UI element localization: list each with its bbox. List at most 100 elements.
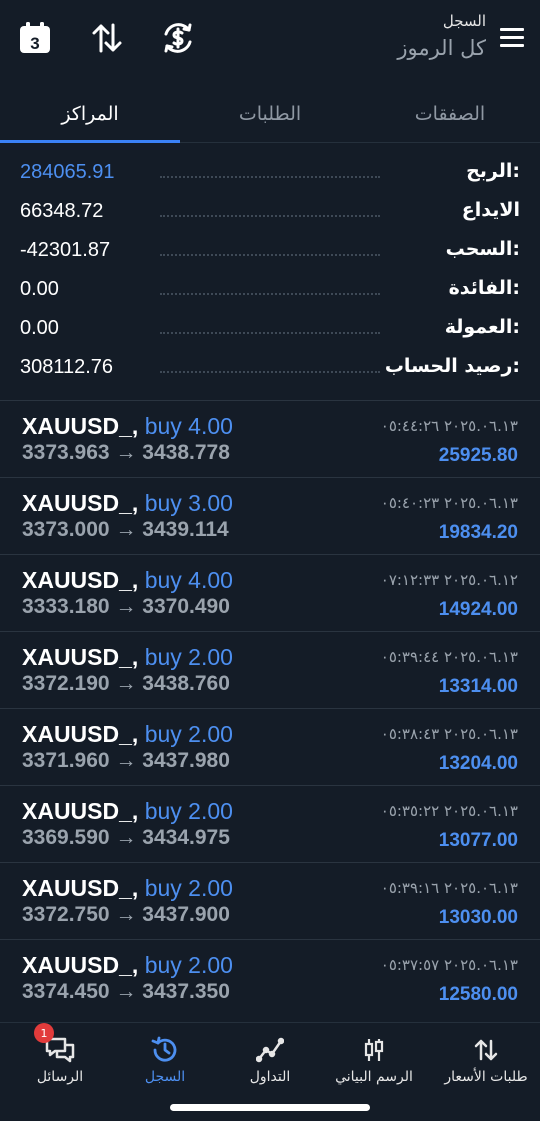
summary-row-withdrawal: السحب: -42301.87 — [20, 234, 520, 273]
close-price: 3437.350 — [142, 980, 230, 1003]
summary-row-commission: العمولة: 0.00 — [20, 312, 520, 351]
open-price: 3372.190 — [22, 672, 110, 695]
position-time: ٢٠٢٥.٠٦.١٣ ٠٥:٣٧:٥٧ — [380, 956, 518, 974]
tab-bar: الصفقات الطلبات المراكز — [0, 86, 540, 143]
close-price: 3437.900 — [142, 903, 230, 926]
open-price: 3374.450 — [22, 980, 110, 1003]
position-profit: 13314.00 — [438, 676, 518, 697]
trade-line-icon — [250, 1035, 290, 1065]
position-row[interactable]: XAUUSD_, buy 2.00 3374.450 → 3437.350 ٢٠… — [0, 939, 540, 1017]
position-time: ٢٠٢٥.٠٦.١٣ ٠٥:٣٩:٤٤ — [380, 648, 518, 666]
calendar-icon[interactable]: 3 — [15, 18, 55, 58]
summary-value: 0.00 — [20, 317, 59, 339]
quotes-arrows-icon — [466, 1035, 506, 1065]
position-time: ٢٠٢٥.٠٦.١٢ ٠٧:١٢:٣٣ — [380, 571, 518, 589]
position-side: buy 3.00 — [144, 490, 233, 516]
nav-label: التداول — [249, 1069, 291, 1085]
nav-quotes[interactable]: طلبات الأسعار — [432, 1023, 540, 1097]
position-symbol: XAUUSD_, — [22, 413, 139, 439]
nav-messages[interactable]: 1 الرسائل — [6, 1023, 114, 1097]
nav-history[interactable]: السجل — [111, 1023, 219, 1097]
position-symbol: XAUUSD_, — [22, 567, 139, 593]
position-time: ٢٠٢٥.٠٦.١٣ ٠٥:٣٩:١٦ — [380, 879, 518, 897]
open-price: 3372.750 — [22, 903, 110, 926]
position-symbol: XAUUSD_, — [22, 952, 139, 978]
summary-row-swap: الفائدة: 0.00 — [20, 273, 520, 312]
close-price: 3439.114 — [142, 518, 229, 541]
currency-sync-icon[interactable] — [158, 18, 198, 58]
position-side: buy 4.00 — [144, 567, 233, 593]
active-tab-indicator — [0, 140, 180, 143]
position-profit: 14924.00 — [438, 599, 518, 620]
position-row[interactable]: XAUUSD_, buy 4.00 3333.180 → 3370.490 ٢٠… — [0, 554, 540, 632]
close-price: 3437.980 — [142, 749, 230, 772]
tab-orders[interactable]: الطلبات — [180, 86, 360, 142]
leader-dots — [160, 176, 380, 178]
nav-label: الرسائل — [36, 1069, 84, 1085]
position-symbol: XAUUSD_, — [22, 644, 139, 670]
sort-arrows-icon[interactable] — [87, 18, 127, 58]
top-bar: 3 السجل كل الرموز — [0, 0, 540, 86]
position-side: buy 2.00 — [144, 721, 233, 747]
summary-row-profit: الربح: 284065.91 — [20, 156, 520, 195]
history-subtitle: السجل — [442, 12, 486, 30]
position-row[interactable]: XAUUSD_, buy 3.00 3373.000 → 3439.114 ٢٠… — [0, 477, 540, 555]
nav-chart[interactable]: الرسم البياني — [320, 1023, 428, 1097]
position-profit: 13030.00 — [438, 907, 518, 928]
position-time: ٢٠٢٥.٠٦.١٣ ٠٥:٤٠:٢٣ — [380, 494, 518, 512]
position-symbol: XAUUSD_, — [22, 490, 139, 516]
home-indicator[interactable] — [170, 1104, 370, 1111]
tab-deals[interactable]: الصفقات — [360, 86, 540, 142]
open-price: 3369.590 — [22, 826, 110, 849]
position-profit: 19834.20 — [438, 522, 518, 543]
nav-label: السجل — [144, 1069, 186, 1085]
tab-positions[interactable]: المراكز — [0, 86, 180, 143]
open-price: 3373.000 — [22, 518, 110, 541]
symbol-filter-title[interactable]: كل الرموز — [397, 36, 486, 60]
close-price: 3438.778 — [142, 441, 230, 464]
arrow-icon: → — [115, 672, 137, 695]
summary-value: 66348.72 — [20, 200, 104, 222]
position-row[interactable]: XAUUSD_, buy 2.00 3372.190 → 3438.760 ٢٠… — [0, 631, 540, 709]
position-row[interactable]: XAUUSD_, buy 2.00 3372.750 → 3437.900 ٢٠… — [0, 862, 540, 940]
nav-trade[interactable]: التداول — [216, 1023, 324, 1097]
position-row[interactable]: XAUUSD_, buy 2.00 3369.590 → 3434.975 ٢٠… — [0, 785, 540, 863]
unread-badge: 1 — [34, 1023, 54, 1043]
summary-label: الايداع — [461, 199, 520, 221]
nav-label: طلبات الأسعار — [444, 1069, 528, 1085]
summary-label: الفائدة: — [448, 277, 520, 299]
summary-value: -42301.87 — [20, 239, 111, 261]
position-profit: 25925.80 — [438, 445, 518, 466]
open-price: 3371.960 — [22, 749, 110, 772]
leader-dots — [160, 254, 380, 256]
leader-dots — [160, 215, 380, 217]
position-row[interactable]: XAUUSD_, buy 4.00 3373.963 → 3438.778 ٢٠… — [0, 400, 540, 478]
position-row[interactable]: XAUUSD_, buy 2.00 3371.960 → 3437.980 ٢٠… — [0, 708, 540, 786]
hamburger-menu-icon[interactable] — [500, 28, 524, 48]
position-symbol: XAUUSD_, — [22, 875, 139, 901]
open-price: 3373.963 — [22, 441, 110, 464]
position-side: buy 2.00 — [144, 875, 233, 901]
svg-text:3: 3 — [30, 34, 39, 53]
summary-value: 308112.76 — [20, 356, 114, 378]
arrow-icon: → — [115, 441, 137, 464]
position-side: buy 2.00 — [144, 952, 233, 978]
arrow-icon: → — [115, 518, 137, 541]
arrow-icon: → — [115, 980, 137, 1003]
arrow-icon: → — [115, 903, 137, 926]
close-price: 3438.760 — [142, 672, 230, 695]
summary-label: السحب: — [445, 238, 520, 260]
position-time: ٢٠٢٥.٠٦.١٣ ٠٥:٣٥:٢٢ — [380, 802, 518, 820]
leader-dots — [160, 332, 380, 334]
summary-value: 0.00 — [20, 278, 59, 300]
summary-label: رصيد الحساب: — [384, 355, 520, 377]
leader-dots — [160, 371, 380, 373]
summary-label: الربح: — [466, 160, 520, 182]
close-price: 3434.975 — [142, 826, 230, 849]
summary-row-deposit: الايداع 66348.72 — [20, 195, 520, 234]
position-symbol: XAUUSD_, — [22, 798, 139, 824]
position-profit: 12580.00 — [438, 984, 518, 1005]
position-time: ٢٠٢٥.٠٦.١٣ ٠٥:٤٤:٢٦ — [380, 417, 518, 435]
position-side: buy 2.00 — [144, 798, 233, 824]
position-side: buy 4.00 — [144, 413, 233, 439]
